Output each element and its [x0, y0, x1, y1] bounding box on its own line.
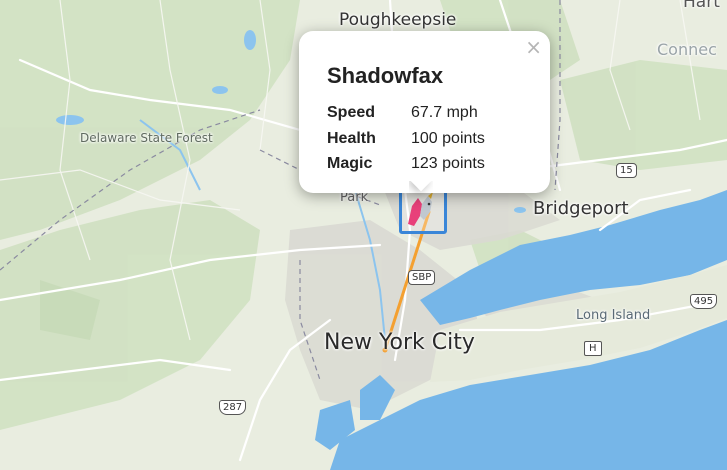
route-15-shield: 15 — [616, 163, 637, 178]
stat-value: 123 points — [411, 155, 485, 172]
hospital-h-icon: H — [584, 341, 602, 356]
info-popup: × Shadowfax Speed 67.7 mph Health 100 po… — [299, 31, 550, 193]
stat-label: Magic — [327, 155, 373, 172]
popup-title: Shadowfax — [327, 63, 444, 88]
place-label-bridgeport: Bridgeport — [533, 198, 629, 219]
stat-label: Health — [327, 129, 376, 147]
stat-value: 100 points — [411, 129, 485, 147]
place-label-hartford: Hart — [683, 0, 720, 12]
place-label-poughkeepsie: Poughkeepsie — [339, 10, 457, 30]
stat-row-magic: Magic 123 points — [327, 151, 522, 177]
state-label-connecticut: Connec — [657, 40, 717, 59]
popup-pointer — [409, 181, 433, 205]
road-shield-sbp: SBP — [408, 270, 436, 285]
place-label-new-york-city: New York City — [324, 330, 475, 355]
stat-value: 67.7 mph — [411, 104, 478, 121]
park-label-delaware-state-forest: Delaware State Forest — [80, 131, 213, 145]
stat-row-speed: Speed 67.7 mph — [327, 100, 522, 126]
interstate-287-shield: 287 — [219, 400, 247, 415]
close-icon[interactable]: × — [525, 36, 542, 58]
place-label-long-island: Long Island — [576, 308, 651, 323]
stat-label: Speed — [327, 104, 376, 121]
stat-row-health: Health 100 points — [327, 126, 522, 152]
interstate-495-shield: 495 — [690, 294, 718, 309]
